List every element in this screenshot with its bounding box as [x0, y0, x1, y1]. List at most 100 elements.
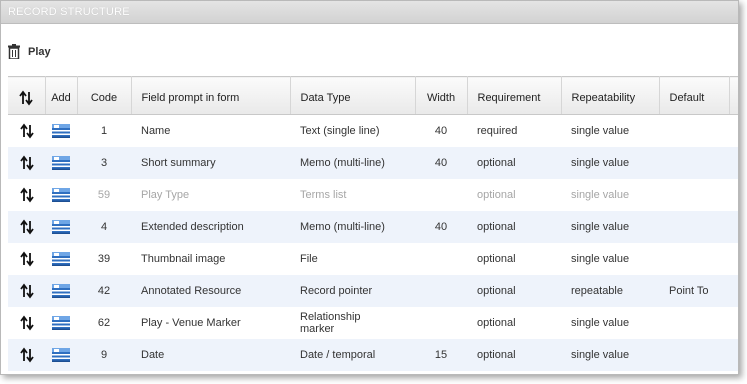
cell-default	[659, 179, 729, 211]
drag-handle[interactable]	[8, 307, 45, 339]
add-field-cell[interactable]	[45, 211, 77, 243]
add-field-cell[interactable]	[45, 307, 77, 339]
cell-datatype: File	[300, 253, 318, 265]
cell-datatype: Memo (multi-line)	[290, 211, 415, 243]
add-field-icon	[52, 156, 70, 170]
cell-repeatability: single value	[571, 189, 630, 201]
add-field-icon	[52, 316, 70, 330]
play-button-label: Play	[28, 45, 51, 58]
add-field-cell[interactable]	[45, 147, 77, 179]
cell-width	[415, 275, 467, 307]
drag-handle[interactable]	[8, 179, 45, 211]
table-header-row: Add Code Field prompt in form Data Type …	[8, 76, 738, 115]
cell-extra	[729, 339, 738, 371]
cell-repeatability: repeatable	[561, 275, 659, 307]
cell-extra	[729, 307, 738, 339]
cell-width	[415, 243, 467, 275]
cell-prompt[interactable]: Thumbnail image	[131, 243, 290, 275]
record-structure-window: RECORD STRUCTURE Play Add Code Field pro…	[0, 0, 739, 375]
cell-width: 40	[415, 147, 467, 179]
cell-code: 3	[77, 147, 131, 179]
reorder-arrows-icon	[19, 219, 34, 235]
cell-requirement: required	[477, 125, 518, 137]
cell-datatype: Date / temporal	[290, 339, 415, 371]
cell-width: 15	[415, 339, 467, 371]
cell-extra	[729, 243, 738, 275]
table-row[interactable]: 59 Play Type Terms list optional single …	[8, 179, 738, 211]
fields-table-container: Add Code Field prompt in form Data Type …	[8, 76, 738, 374]
fields-table: Add Code Field prompt in form Data Type …	[8, 76, 738, 371]
col-header-repeatability[interactable]: Repeatability	[561, 76, 660, 115]
cell-extra	[729, 179, 738, 211]
table-row[interactable]: 42 Annotated Resource Record pointer opt…	[8, 275, 738, 307]
col-header-default[interactable]: Default	[659, 76, 730, 115]
drag-handle[interactable]	[8, 211, 45, 243]
cell-datatype: Relationship marker	[290, 307, 415, 339]
cell-prompt[interactable]: Name	[131, 115, 290, 148]
add-field-icon	[52, 220, 70, 234]
add-field-cell[interactable]	[45, 243, 77, 275]
cell-code: 1	[100, 125, 108, 137]
cell-extra	[729, 147, 738, 179]
cell-repeatability: single value	[561, 147, 659, 179]
col-header-width[interactable]: Width	[415, 76, 468, 115]
cell-code: 9	[77, 339, 131, 371]
table-row[interactable]: 9 Date Date / temporal 15 optional singl…	[8, 339, 738, 371]
drag-handle[interactable]	[8, 243, 45, 275]
play-button[interactable]: Play	[8, 44, 51, 59]
cell-requirement: optional	[467, 275, 561, 307]
drag-handle[interactable]	[8, 275, 45, 307]
drag-handle[interactable]	[8, 147, 45, 179]
cell-prompt[interactable]: Play - Venue Marker	[131, 307, 290, 339]
add-field-icon	[52, 252, 70, 266]
sort-column-header[interactable]	[8, 76, 46, 115]
cell-prompt[interactable]: Play Type	[131, 179, 290, 211]
cell-datatype: Text (single line)	[300, 125, 380, 137]
table-row[interactable]: 1 Name Text (single line) 40 required si…	[8, 115, 738, 148]
cell-prompt[interactable]: Short summary	[131, 147, 290, 179]
cell-prompt[interactable]: Annotated Resource	[131, 275, 290, 307]
cell-repeatability: single value	[571, 125, 630, 137]
cell-default	[659, 243, 729, 275]
cell-repeatability: single value	[571, 317, 630, 329]
trash-icon	[8, 44, 20, 59]
cell-code: 59	[97, 189, 111, 201]
cell-requirement: optional	[467, 211, 561, 243]
toolbar: Play	[1, 24, 738, 76]
add-field-icon	[52, 284, 70, 298]
cell-code: 42	[77, 275, 131, 307]
table-body: 1 Name Text (single line) 40 required si…	[8, 115, 738, 371]
col-header-datatype[interactable]: Data Type	[290, 76, 416, 115]
cell-datatype: Record pointer	[290, 275, 415, 307]
table-row[interactable]: 39 Thumbnail image File optional single …	[8, 243, 738, 275]
add-field-cell[interactable]	[45, 275, 77, 307]
cell-repeatability: single value	[571, 253, 630, 265]
col-header-add[interactable]: Add	[45, 76, 78, 115]
cell-requirement: optional	[467, 339, 561, 371]
add-field-icon	[52, 124, 70, 138]
cell-default	[659, 147, 729, 179]
cell-code: 4	[77, 211, 131, 243]
col-header-requirement[interactable]: Requirement	[467, 76, 562, 115]
cell-default	[659, 339, 729, 371]
drag-handle[interactable]	[8, 115, 45, 148]
table-row[interactable]: 62 Play - Venue Marker Relationship mark…	[8, 307, 738, 339]
col-header-code[interactable]: Code	[77, 76, 132, 115]
cell-requirement: optional	[467, 147, 561, 179]
table-row[interactable]: 3 Short summary Memo (multi-line) 40 opt…	[8, 147, 738, 179]
reorder-arrows-icon	[19, 347, 34, 363]
reorder-arrows-icon	[19, 283, 34, 299]
cell-prompt[interactable]: Date	[131, 339, 290, 371]
cell-width: 40	[434, 125, 448, 137]
cell-default: Point To	[659, 275, 729, 307]
add-field-cell[interactable]	[45, 115, 77, 148]
table-row[interactable]: 4 Extended description Memo (multi-line)…	[8, 211, 738, 243]
cell-extra	[729, 211, 738, 243]
col-header-prompt[interactable]: Field prompt in form	[131, 76, 291, 115]
add-field-cell[interactable]	[45, 179, 77, 211]
add-field-icon	[52, 348, 70, 362]
cell-prompt[interactable]: Extended description	[131, 211, 290, 243]
drag-handle[interactable]	[8, 339, 45, 371]
window-title: RECORD STRUCTURE	[1, 1, 738, 24]
add-field-cell[interactable]	[45, 339, 77, 371]
